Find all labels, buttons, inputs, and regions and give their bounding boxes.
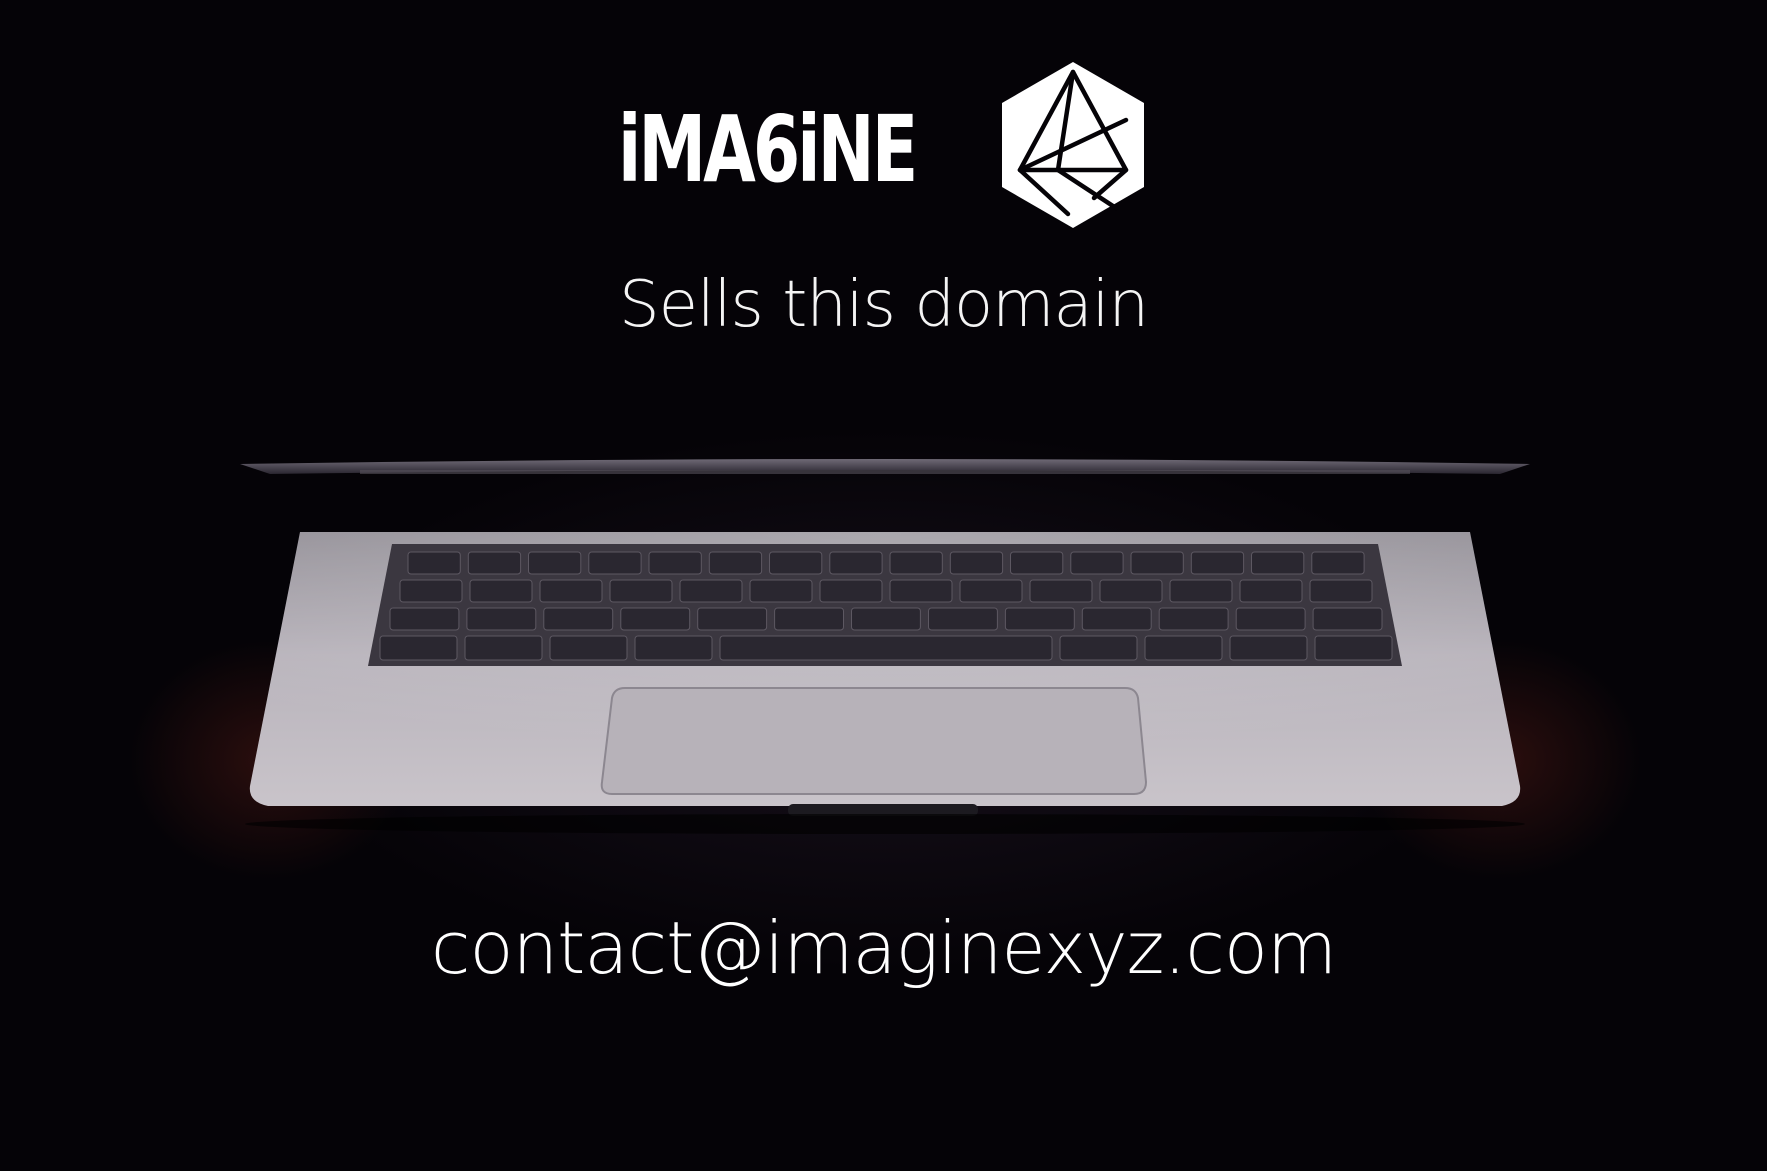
- keyboard-key: [679, 579, 743, 603]
- contact-email-link[interactable]: contact@imaginexyz.com: [0, 900, 1767, 996]
- keyboard-key: [1130, 551, 1184, 575]
- keyboard-key: [379, 635, 458, 661]
- keyboard-key: [889, 551, 943, 575]
- keyboard-key: [467, 551, 522, 575]
- keyboard-key: [889, 579, 953, 603]
- keyboard-key: [528, 551, 582, 575]
- keyboard-key: [697, 607, 768, 631]
- keyboard-key: [1190, 551, 1245, 575]
- keyboard-key: [543, 607, 614, 631]
- keyboard-key: [749, 579, 813, 603]
- domain-sale-page: iMA6iNE Sells this domain contact@imagin…: [0, 0, 1767, 1171]
- keyboard-key: [588, 551, 642, 575]
- keyboard-key: [1144, 635, 1223, 661]
- trackpad: [600, 687, 1148, 795]
- keyboard-key: [1004, 607, 1075, 631]
- keyboard-key: [928, 607, 998, 631]
- keyboard-key: [1239, 579, 1303, 603]
- keyboard-key: [609, 579, 673, 603]
- keyboard-key: [1010, 551, 1064, 575]
- keyboard-key: [1099, 579, 1163, 603]
- keyboard-key: [648, 551, 702, 575]
- keyboard-key: [1311, 551, 1365, 575]
- keyboard-key: [634, 635, 713, 661]
- keyboard-key: [620, 607, 691, 631]
- keyboard-key: [1251, 551, 1305, 575]
- keyboard-key: [708, 551, 763, 575]
- keyboard-key: [464, 635, 543, 661]
- keyboard-key: [959, 579, 1023, 603]
- keyboard-key: [1081, 607, 1152, 631]
- tagline: Sells this domain: [618, 268, 1149, 342]
- keyboard-key: [1314, 635, 1393, 661]
- keyboard-key: [719, 635, 1053, 661]
- keyboard-key: [469, 579, 533, 603]
- keyboard-key: [1229, 635, 1308, 661]
- keyboard-key: [774, 607, 844, 631]
- keyboard-key: [389, 607, 460, 631]
- keyboard-key: [1235, 607, 1306, 631]
- keyboard-key: [829, 551, 883, 575]
- laptop-icon: [240, 459, 1530, 834]
- keyboard-key: [1059, 635, 1138, 661]
- keyboard-key: [549, 635, 628, 661]
- keyboard-key: [407, 551, 461, 575]
- geometric-hexagon-icon: [1002, 62, 1144, 228]
- keyboard-key: [1309, 579, 1373, 603]
- brand-logo: iMA6iNE: [618, 58, 1148, 238]
- keyboard-key: [1029, 579, 1093, 603]
- keyboard-key: [949, 551, 1004, 575]
- keyboard-key: [769, 551, 823, 575]
- keyboard-key: [1070, 551, 1124, 575]
- keyboard-key: [466, 607, 537, 631]
- keyboard-key: [819, 579, 883, 603]
- keyboard-key: [1169, 579, 1233, 603]
- keyboard-key: [399, 579, 463, 603]
- keyboard-key: [539, 579, 603, 603]
- keyboard-key: [1312, 607, 1383, 631]
- keyboard-key: [851, 607, 921, 631]
- brand-wordmark: iMA6iNE: [618, 96, 918, 203]
- keyboard-key: [1158, 607, 1229, 631]
